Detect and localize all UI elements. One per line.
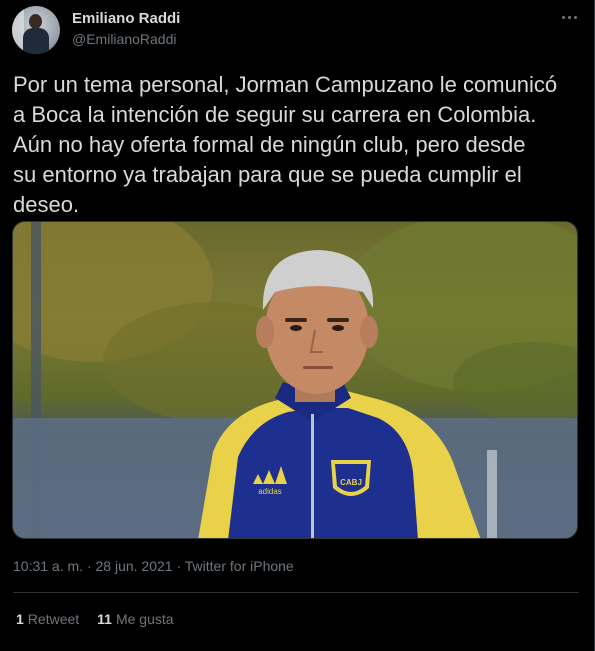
more-options-icon[interactable]	[558, 8, 580, 26]
tweet-metadata: 10:31 a. m. · 28 jun. 2021 · Twitter for…	[13, 558, 294, 574]
retweets-count: 1	[16, 611, 24, 627]
brand-text: adidas	[258, 487, 282, 496]
likes-label: Me gusta	[115, 611, 174, 627]
tweet-card: Emiliano Raddi @EmilianoRaddi Por un tem…	[0, 0, 595, 651]
meta-separator: ·	[176, 558, 182, 574]
author-handle[interactable]: @EmilianoRaddi	[72, 31, 176, 47]
tweet-text: Por un tema personal, Jorman Campuzano l…	[13, 72, 558, 217]
divider	[13, 592, 579, 593]
retweets-stat[interactable]: 1 Retweet	[16, 611, 79, 627]
avatar[interactable]	[12, 6, 60, 54]
author-name[interactable]: Emiliano Raddi	[72, 10, 180, 27]
club-badge-text: CABJ	[340, 478, 362, 487]
tweet-time[interactable]: 10:31 a. m.	[13, 558, 83, 574]
tweet-source[interactable]: Twitter for iPhone	[185, 558, 294, 574]
meta-separator: ·	[86, 558, 92, 574]
likes-count: 11	[97, 611, 112, 627]
engagement-stats: 1 Retweet 11 Me gusta	[16, 611, 174, 627]
tweet-image[interactable]: CABJ adidas	[12, 221, 578, 539]
retweets-label: Retweet	[27, 611, 80, 627]
likes-stat[interactable]: 11 Me gusta	[97, 611, 173, 627]
tweet-date[interactable]: 28 jun. 2021	[96, 558, 173, 574]
